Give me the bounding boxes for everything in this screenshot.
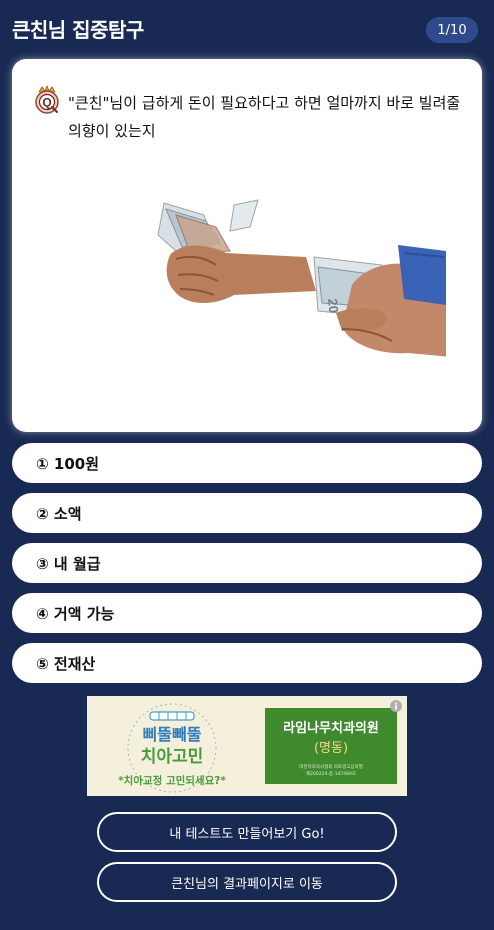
progress-badge: 1/10 (426, 17, 478, 43)
money-handover-illustration: 20 (157, 199, 446, 357)
teeth-icon (149, 711, 195, 721)
svg-text:Q: Q (42, 96, 51, 110)
answer-option-1[interactable]: ① 100원 (12, 443, 482, 483)
question-card: Q "큰친"님이 급하게 돈이 필요하다고 하면 얼마까지 바로 빌려줄 의향이… (12, 59, 482, 432)
ad-info-icon-label: i (394, 703, 397, 713)
result-page-button[interactable]: 큰친님의 결과페이지로 이동 (97, 862, 397, 902)
ad-banner[interactable]: 삐뚤빼뚤 치아고민 *치아교정 고민되세요?* 라임나무치과의원 (명동) 대한… (87, 696, 407, 796)
ad-clinic-name: 라임나무치과의원 (283, 720, 379, 736)
ad-fine-print-2: 제200224-중-147489호 (306, 770, 356, 777)
ad-brand-line2: 치아고민 (141, 747, 204, 767)
make-test-button[interactable]: 내 테스트도 만들어보기 Go! (97, 812, 397, 852)
svg-text:20: 20 (325, 298, 341, 314)
page-title: 큰친님 집중탐구 (12, 18, 144, 42)
ad-clinic-branch: (명동) (314, 741, 348, 756)
question-text: "큰친"님이 급하게 돈이 필요하다고 하면 얼마까지 바로 빌려줄 의향이 있… (68, 94, 461, 140)
ad-brand-line1: 삐뚤빼뚤 (143, 725, 202, 744)
answer-option-2[interactable]: ② 소액 (12, 493, 482, 533)
answer-option-4[interactable]: ④ 거액 가능 (12, 593, 482, 633)
left-hand (166, 245, 316, 303)
answer-option-3[interactable]: ③ 내 월급 (12, 543, 482, 583)
q-badge-icon: Q (35, 85, 59, 114)
ad-fine-print-1: 대한치과의사협회 의료광고심의필 (299, 763, 363, 770)
answer-option-5[interactable]: ⑤ 전재산 (12, 643, 482, 683)
header: 큰친님 집중탐구 1/10 (0, 0, 494, 60)
ad-tagline: *치아교정 고민되세요?* (118, 774, 226, 787)
banknotes-left (157, 199, 259, 254)
